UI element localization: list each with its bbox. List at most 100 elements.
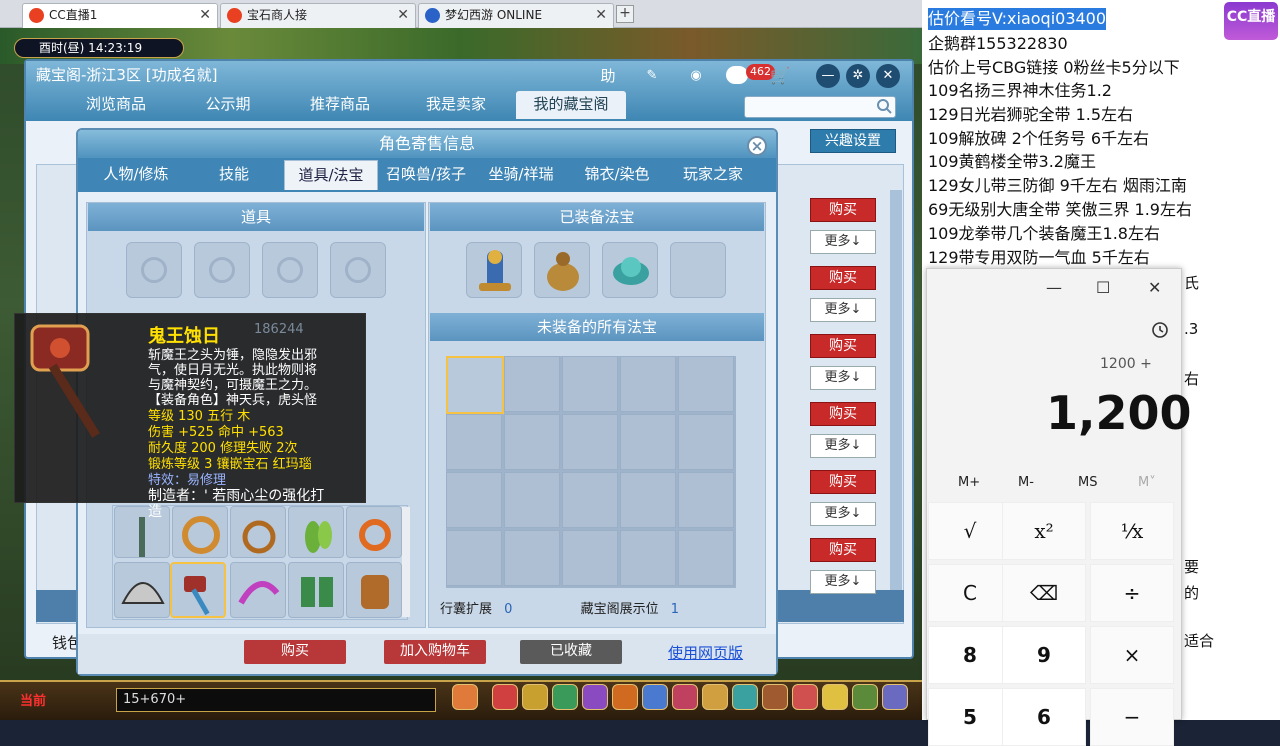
treasure-grid-cell[interactable]	[678, 356, 734, 412]
listing-more-button[interactable]: 更多↓	[810, 230, 876, 254]
listing-more-button[interactable]: 更多↓	[810, 502, 876, 526]
digit-8-key[interactable]: 8	[928, 626, 1012, 684]
game-shortcut-icon[interactable]	[732, 684, 758, 710]
game-shortcut-icon[interactable]	[792, 684, 818, 710]
listing-buy-button[interactable]: 购买	[810, 334, 876, 358]
inventory-slot[interactable]	[172, 506, 228, 558]
inventory-slot-selected[interactable]	[170, 562, 226, 618]
backspace-key[interactable]: ⌫	[1002, 564, 1086, 622]
tab-items-treasures[interactable]: 道具/法宝	[284, 160, 378, 190]
treasure-slot[interactable]	[466, 242, 522, 298]
memory-subtract-button[interactable]: M-	[1018, 475, 1034, 490]
square-key[interactable]: x²	[1002, 502, 1086, 560]
sqrt-key[interactable]: √	[928, 502, 1012, 560]
close-tab-icon[interactable]: ✕	[199, 4, 211, 27]
memory-add-button[interactable]: M+	[958, 475, 980, 490]
treasure-grid-cell[interactable]	[562, 530, 618, 586]
new-tab-button[interactable]: +	[616, 5, 634, 23]
browser-tab-game[interactable]: 梦幻西游 ONLINE ✕	[418, 3, 614, 28]
game-shortcut-icon[interactable]	[582, 684, 608, 710]
game-shortcut-icon[interactable]	[852, 684, 878, 710]
listing-more-button[interactable]: 更多↓	[810, 298, 876, 322]
treasure-grid-cell[interactable]	[678, 530, 734, 586]
help-button[interactable]: 助	[596, 64, 620, 88]
game-shortcut-icon[interactable]	[882, 684, 908, 710]
item-slot-empty[interactable]	[194, 242, 250, 298]
memory-list-button[interactable]: M˅	[1138, 475, 1156, 490]
treasure-slot[interactable]	[602, 242, 658, 298]
message-cart-button[interactable]: 462 🛒	[726, 64, 790, 88]
nav-tab-my-cbg[interactable]: 我的藏宝阁	[516, 91, 626, 119]
treasure-slot-empty[interactable]	[670, 242, 726, 298]
treasure-grid-cell[interactable]	[620, 472, 676, 528]
tab-mounts[interactable]: 坐骑/祥瑞	[474, 160, 568, 190]
browser-tab-gem[interactable]: 宝石商人接 ✕	[220, 3, 416, 28]
inventory-slot[interactable]	[346, 562, 402, 618]
treasure-grid-cell[interactable]	[562, 472, 618, 528]
listing-scrollbar[interactable]	[890, 190, 902, 590]
treasure-grid-cell[interactable]	[446, 530, 502, 586]
treasure-grid-cell[interactable]	[504, 414, 560, 470]
game-shortcut-icon[interactable]	[762, 684, 788, 710]
inventory-slot[interactable]	[288, 562, 344, 618]
game-shortcut-icon[interactable]	[612, 684, 638, 710]
game-shortcut-icon[interactable]	[642, 684, 668, 710]
game-shortcut-icon[interactable]	[522, 684, 548, 710]
edit-icon[interactable]: ✎	[640, 64, 664, 88]
listing-more-button[interactable]: 更多↓	[810, 570, 876, 594]
calc-close-button[interactable]: ✕	[1148, 278, 1161, 297]
game-shortcut-icon[interactable]	[672, 684, 698, 710]
browser-tab-cc[interactable]: CC直播1 ✕	[22, 3, 218, 28]
digit-6-key[interactable]: 6	[1002, 688, 1086, 746]
calc-minimize-button[interactable]: —	[1046, 278, 1062, 297]
reciprocal-key[interactable]: ¹⁄x	[1090, 502, 1174, 560]
divide-key[interactable]: ÷	[1090, 564, 1174, 622]
game-shortcut-icon[interactable]	[552, 684, 578, 710]
treasure-slot[interactable]	[534, 242, 590, 298]
treasure-grid-cell[interactable]	[562, 414, 618, 470]
game-shortcut-icon[interactable]	[702, 684, 728, 710]
listing-more-button[interactable]: 更多↓	[810, 434, 876, 458]
tab-skills[interactable]: 技能	[188, 160, 280, 190]
listing-buy-button[interactable]: 购买	[810, 470, 876, 494]
treasure-grid-cell[interactable]	[446, 414, 502, 470]
stop-icon[interactable]: ◉	[684, 64, 708, 88]
add-to-cart-button[interactable]: 加入购物车	[384, 640, 486, 664]
clear-key[interactable]: C	[928, 564, 1012, 622]
treasure-grid-cell[interactable]	[504, 530, 560, 586]
listing-more-button[interactable]: 更多↓	[810, 366, 876, 390]
game-shortcut-icon[interactable]	[822, 684, 848, 710]
listing-buy-button[interactable]: 购买	[810, 538, 876, 562]
treasure-grid-cell[interactable]	[678, 472, 734, 528]
treasure-grid-cell[interactable]	[678, 414, 734, 470]
channel-label[interactable]: 当前	[20, 690, 46, 709]
minimize-icon[interactable]: —	[816, 64, 840, 88]
treasure-grid-cell[interactable]	[446, 472, 502, 528]
inventory-slot[interactable]	[230, 562, 286, 618]
collected-button[interactable]: 已收藏	[520, 640, 622, 664]
treasure-grid-cell-selected[interactable]	[446, 356, 504, 414]
multiply-key[interactable]: ×	[1090, 626, 1174, 684]
tab-character[interactable]: 人物/修炼	[90, 160, 182, 190]
tab-home[interactable]: 玩家之家	[666, 160, 760, 190]
nav-tab-public[interactable]: 公示期	[176, 91, 280, 119]
settings-gear-icon[interactable]: ✲	[846, 64, 870, 88]
close-tab-icon[interactable]: ✕	[595, 4, 607, 27]
close-tab-icon[interactable]: ✕	[397, 4, 409, 27]
nav-tab-recommend[interactable]: 推荐商品	[288, 91, 392, 119]
inventory-slot[interactable]	[288, 506, 344, 558]
listing-buy-button[interactable]: 购买	[810, 198, 876, 222]
subtract-key[interactable]: −	[1090, 688, 1174, 746]
game-shortcut-icon[interactable]	[452, 684, 478, 710]
interest-settings-button[interactable]: 兴趣设置	[810, 129, 896, 153]
digit-9-key[interactable]: 9	[1002, 626, 1086, 684]
nav-tab-browse[interactable]: 浏览商品	[64, 91, 168, 119]
treasure-grid-cell[interactable]	[620, 530, 676, 586]
close-icon[interactable]: ✕	[876, 64, 900, 88]
item-slot-empty[interactable]	[262, 242, 318, 298]
buy-button[interactable]: 购买	[244, 640, 346, 664]
history-icon[interactable]	[1150, 320, 1170, 340]
treasure-grid-cell[interactable]	[562, 356, 618, 412]
tab-pets[interactable]: 召唤兽/孩子	[380, 160, 472, 190]
inventory-scrollbar[interactable]	[402, 507, 410, 617]
